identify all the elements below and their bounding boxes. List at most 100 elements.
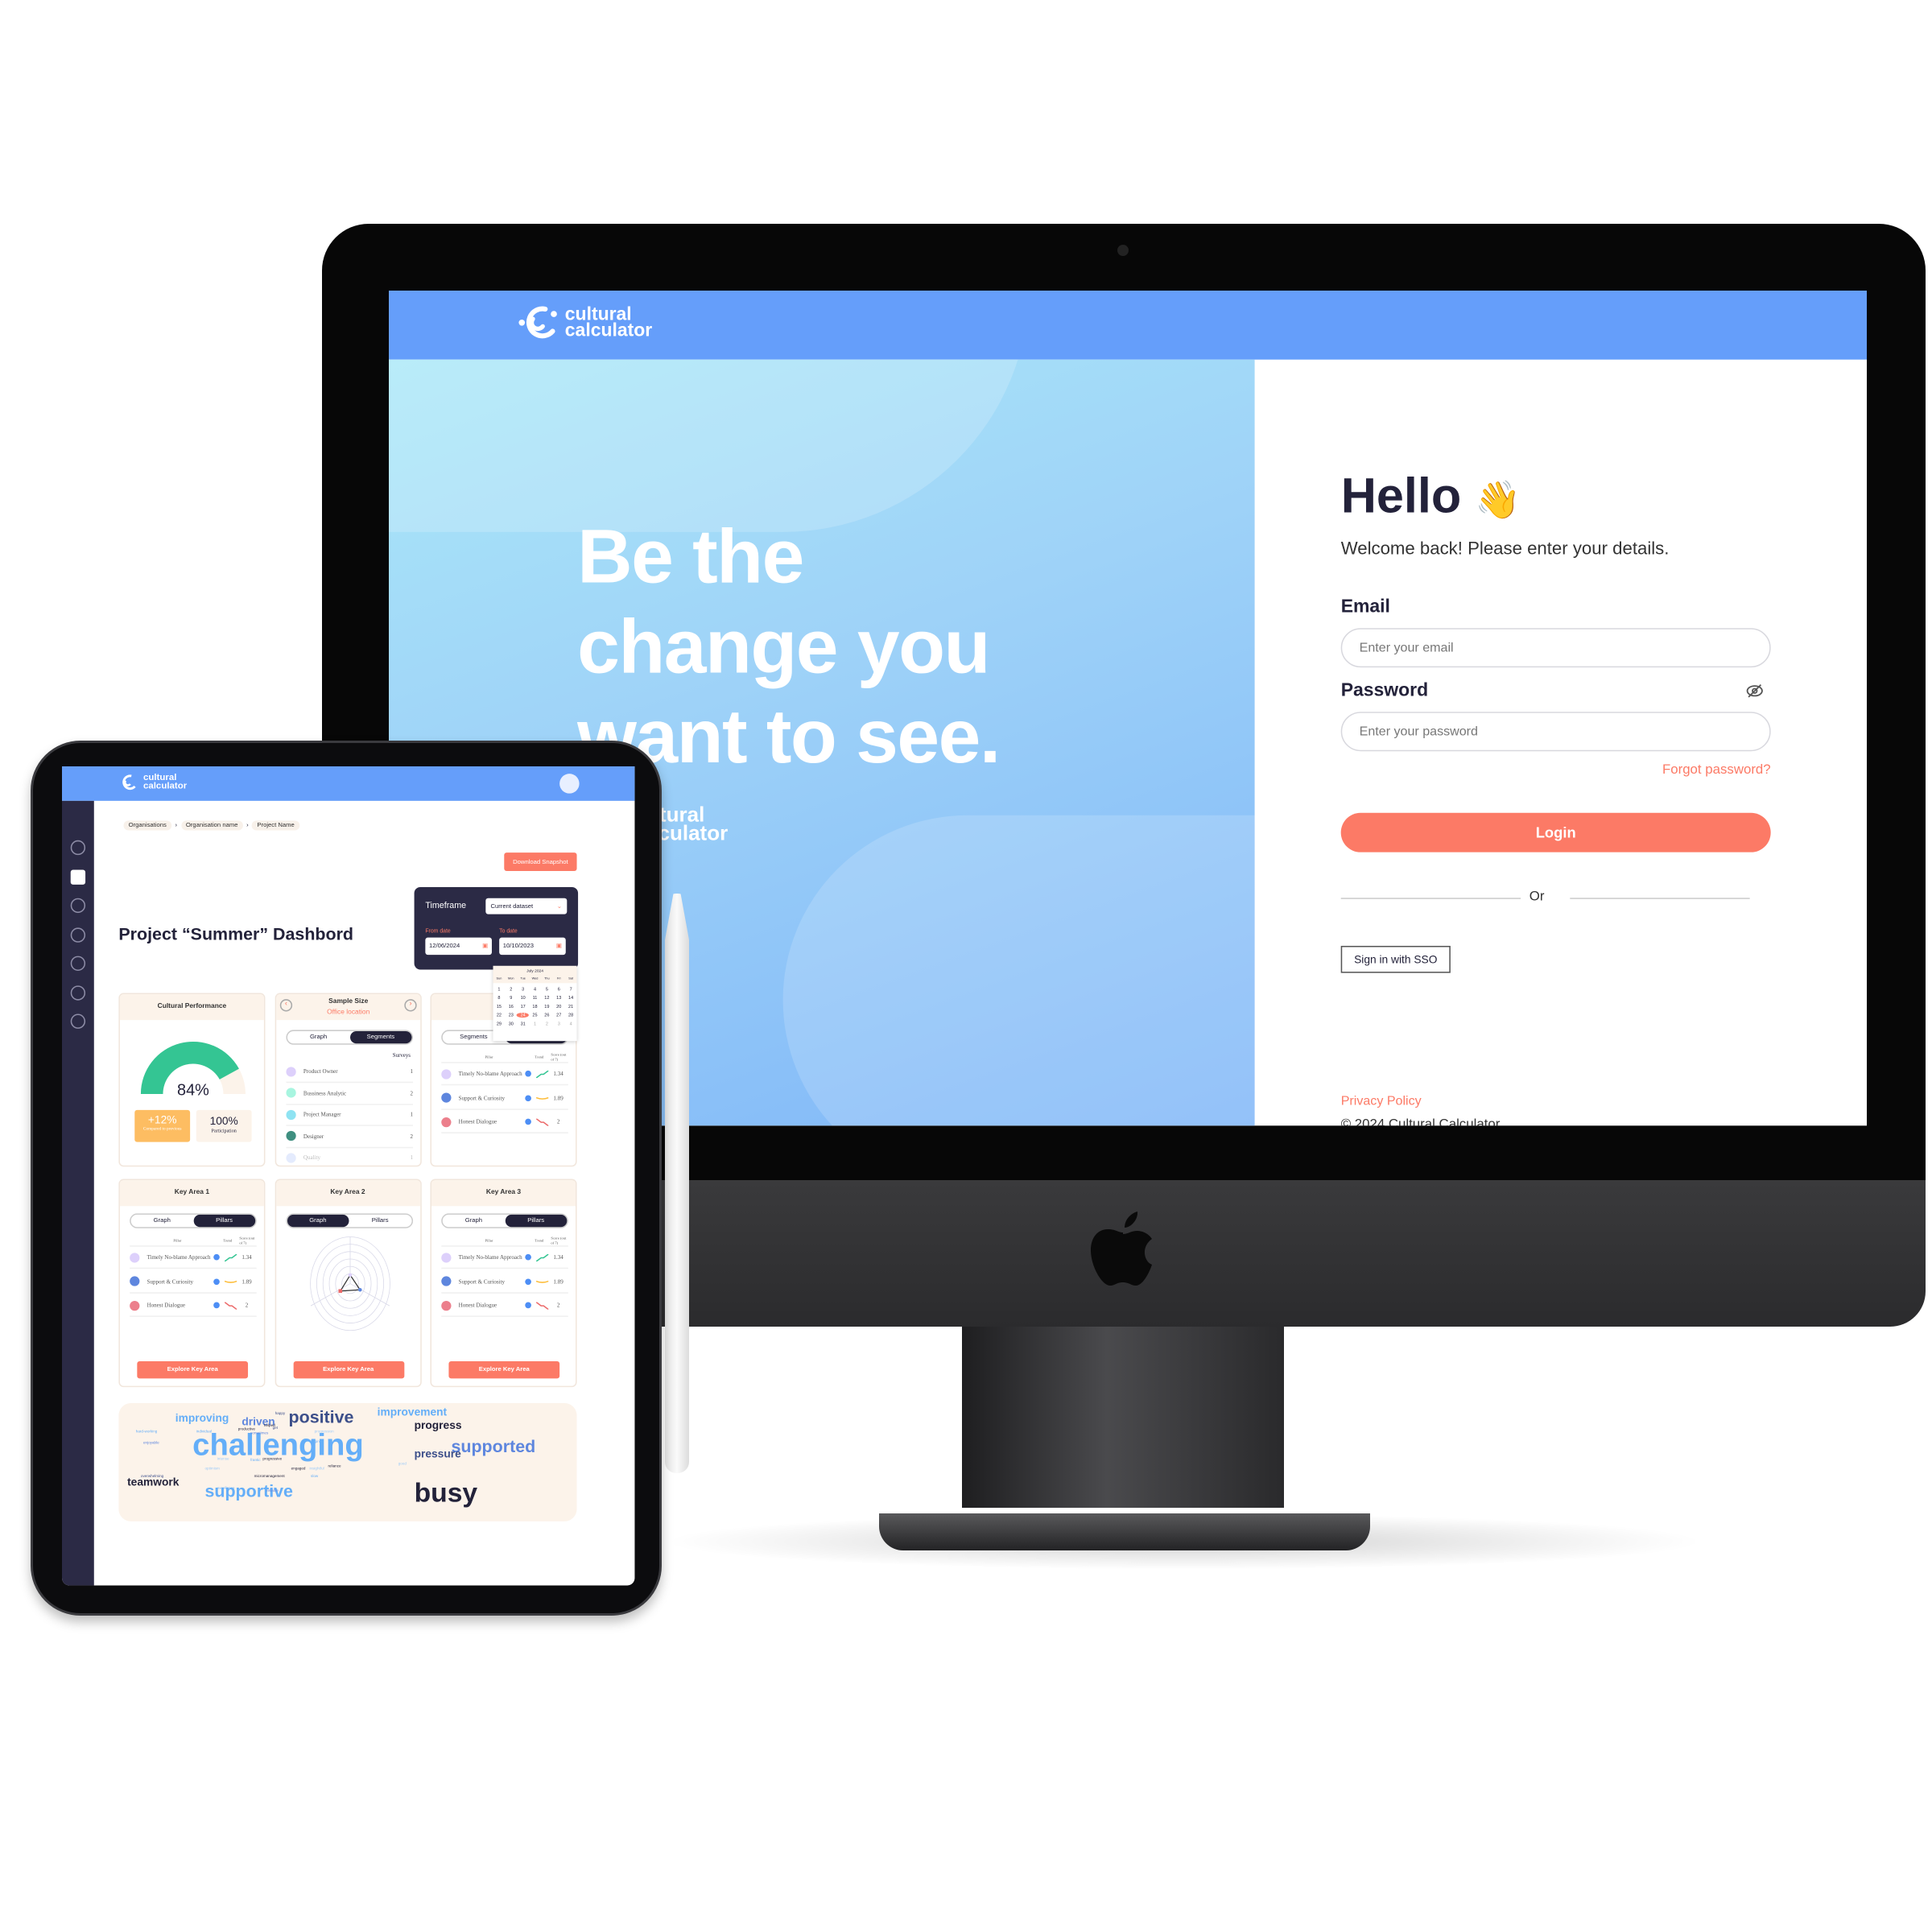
info-icon[interactable] — [525, 1302, 531, 1309]
email-input[interactable]: Enter your email — [1340, 628, 1771, 668]
tab-pillars[interactable]: Pillars — [192, 1214, 256, 1228]
calendar-day[interactable]: 26 — [541, 1013, 553, 1018]
pillar-row[interactable]: Support & Curiosity 1.89 — [441, 1271, 568, 1294]
calendar-day[interactable]: 5 — [541, 987, 553, 992]
user-icon[interactable] — [70, 840, 86, 856]
prev-arrow-icon[interactable]: ‹ — [279, 999, 293, 1012]
calendar-day[interactable]: 2 — [505, 987, 517, 992]
breadcrumb-item[interactable]: Organisations — [123, 820, 171, 831]
team-icon[interactable] — [70, 956, 86, 971]
calendar-day[interactable]: 25 — [529, 1013, 541, 1018]
pillar-row[interactable]: Support & Curiosity 1.89 — [130, 1271, 257, 1294]
calendar-day[interactable]: 24 — [517, 1013, 530, 1018]
calendar-day[interactable]: 4 — [565, 1022, 577, 1026]
breadcrumb-item[interactable]: Organisation name — [180, 820, 243, 831]
forgot-password-link[interactable]: Forgot password? — [1497, 762, 1771, 777]
segment-row[interactable]: Product Owner 1 — [286, 1061, 414, 1084]
calendar-day[interactable]: 11 — [529, 996, 541, 1001]
pillar-row[interactable]: Honest Dialogue 2 — [441, 1111, 568, 1133]
calendar-day[interactable]: 19 — [541, 1004, 553, 1009]
tab-graph[interactable]: Graph — [287, 1214, 349, 1228]
info-icon[interactable] — [525, 1070, 531, 1077]
download-snapshot-button[interactable]: Download Snapshot — [504, 852, 577, 872]
calendar-day[interactable]: 27 — [553, 1013, 565, 1018]
calendar-day[interactable]: 28 — [565, 1013, 577, 1018]
calendar-day[interactable]: 30 — [505, 1022, 517, 1026]
calendar-day[interactable]: 7 — [565, 987, 577, 992]
calendar-day[interactable]: 6 — [553, 987, 565, 992]
view-toggle[interactable]: Graph Segments — [286, 1030, 414, 1045]
calendar-day[interactable]: 29 — [493, 1022, 506, 1026]
calendar-day[interactable]: 17 — [517, 1004, 529, 1009]
segment-row[interactable]: Quality 1 — [286, 1147, 413, 1166]
calendar-day[interactable]: 18 — [529, 1004, 541, 1009]
chart-icon[interactable] — [70, 898, 86, 914]
tab-graph[interactable]: Graph — [443, 1215, 505, 1227]
info-icon[interactable] — [525, 1094, 531, 1101]
pillar-row[interactable]: Timely No-blame Approach 1.34 — [441, 1063, 568, 1086]
shield-icon[interactable] — [70, 1013, 86, 1029]
calendar-day[interactable]: 2 — [541, 1022, 553, 1026]
segment-row[interactable]: Designer 2 — [286, 1125, 414, 1148]
calendar-day[interactable]: 13 — [553, 996, 565, 1001]
pillar-row[interactable]: Honest Dialogue 2 — [441, 1294, 568, 1317]
calendar-day[interactable]: 20 — [553, 1004, 565, 1009]
login-button[interactable]: Login — [1340, 812, 1771, 852]
calendar-day[interactable]: 9 — [505, 996, 517, 1001]
calendar-day[interactable]: 10 — [517, 996, 529, 1001]
eye-off-icon[interactable] — [1746, 683, 1763, 700]
tab-graph[interactable]: Graph — [131, 1215, 193, 1227]
info-icon[interactable] — [525, 1118, 531, 1125]
calendar-day[interactable]: 3 — [553, 1022, 565, 1026]
calendar-day[interactable]: 22 — [493, 1013, 506, 1018]
segment-row[interactable]: Bussiness Analytic 2 — [286, 1082, 414, 1104]
info-icon[interactable] — [213, 1278, 220, 1285]
info-icon[interactable] — [213, 1253, 220, 1261]
next-arrow-icon[interactable]: › — [404, 999, 417, 1012]
target-user-icon[interactable] — [70, 927, 86, 943]
to-date-input[interactable]: 10/10/2023 ▣ — [499, 937, 566, 956]
view-toggle[interactable]: Graph Pillars — [441, 1213, 568, 1228]
explore-key-area-button[interactable]: Explore Key Area — [292, 1360, 404, 1379]
info-icon[interactable] — [213, 1302, 220, 1309]
calendar-day[interactable]: 16 — [505, 1004, 517, 1009]
folder-icon[interactable] — [70, 869, 86, 885]
calendar-day[interactable]: 31 — [517, 1022, 529, 1026]
sso-button[interactable]: Sign in with SSO — [1340, 945, 1451, 973]
calendar-day[interactable]: 15 — [493, 1004, 506, 1009]
privacy-policy-link[interactable]: Privacy Policy — [1341, 1094, 1422, 1108]
word-cloud-word: good — [398, 1460, 407, 1467]
calendar-day[interactable]: 1 — [493, 987, 506, 992]
calendar-day[interactable]: 3 — [517, 987, 529, 992]
explore-key-area-button[interactable]: Explore Key Area — [448, 1360, 560, 1379]
info-icon[interactable] — [525, 1278, 531, 1285]
tab-pillars[interactable]: Pillars — [349, 1215, 411, 1227]
tab-segments[interactable]: Segments — [349, 1030, 412, 1044]
view-toggle[interactable]: Graph Pillars — [130, 1213, 257, 1228]
plus-circle-icon[interactable] — [70, 985, 86, 1000]
avatar[interactable] — [559, 774, 580, 794]
explore-key-area-button[interactable]: Explore Key Area — [137, 1360, 249, 1379]
pillar-row[interactable]: Honest Dialogue 2 — [130, 1294, 257, 1317]
pillar-row[interactable]: Timely No-blame Approach 1.34 — [130, 1247, 257, 1269]
pillar-row[interactable]: Timely No-blame Approach 1.34 — [441, 1247, 568, 1269]
info-icon[interactable] — [525, 1253, 531, 1261]
hero-headline-line: Be the — [577, 514, 804, 601]
calendar-day[interactable]: 4 — [529, 987, 541, 992]
from-date-input[interactable]: 12/06/2024 ▣ — [425, 937, 492, 956]
calendar-day[interactable]: 8 — [493, 996, 506, 1001]
calendar-day[interactable]: 23 — [505, 1013, 517, 1018]
trend-sparkline — [224, 1280, 237, 1283]
calendar-day[interactable]: 1 — [529, 1022, 541, 1026]
timeframe-select[interactable]: Current dataset ⌄ — [485, 898, 568, 914]
calendar-day[interactable]: 21 — [565, 1004, 577, 1009]
tab-pillars[interactable]: Pillars — [505, 1214, 568, 1228]
breadcrumb-item[interactable]: Project Name — [252, 820, 299, 831]
view-toggle[interactable]: Graph Pillars — [285, 1213, 413, 1228]
pillar-row[interactable]: Support & Curiosity 1.89 — [441, 1088, 568, 1110]
calendar-day[interactable]: 14 — [565, 996, 577, 1001]
calendar-day[interactable]: 12 — [541, 996, 553, 1001]
tab-graph[interactable]: Graph — [287, 1031, 349, 1043]
password-input[interactable]: Enter your password — [1340, 712, 1771, 752]
segment-row[interactable]: Project Manager 1 — [286, 1104, 414, 1126]
